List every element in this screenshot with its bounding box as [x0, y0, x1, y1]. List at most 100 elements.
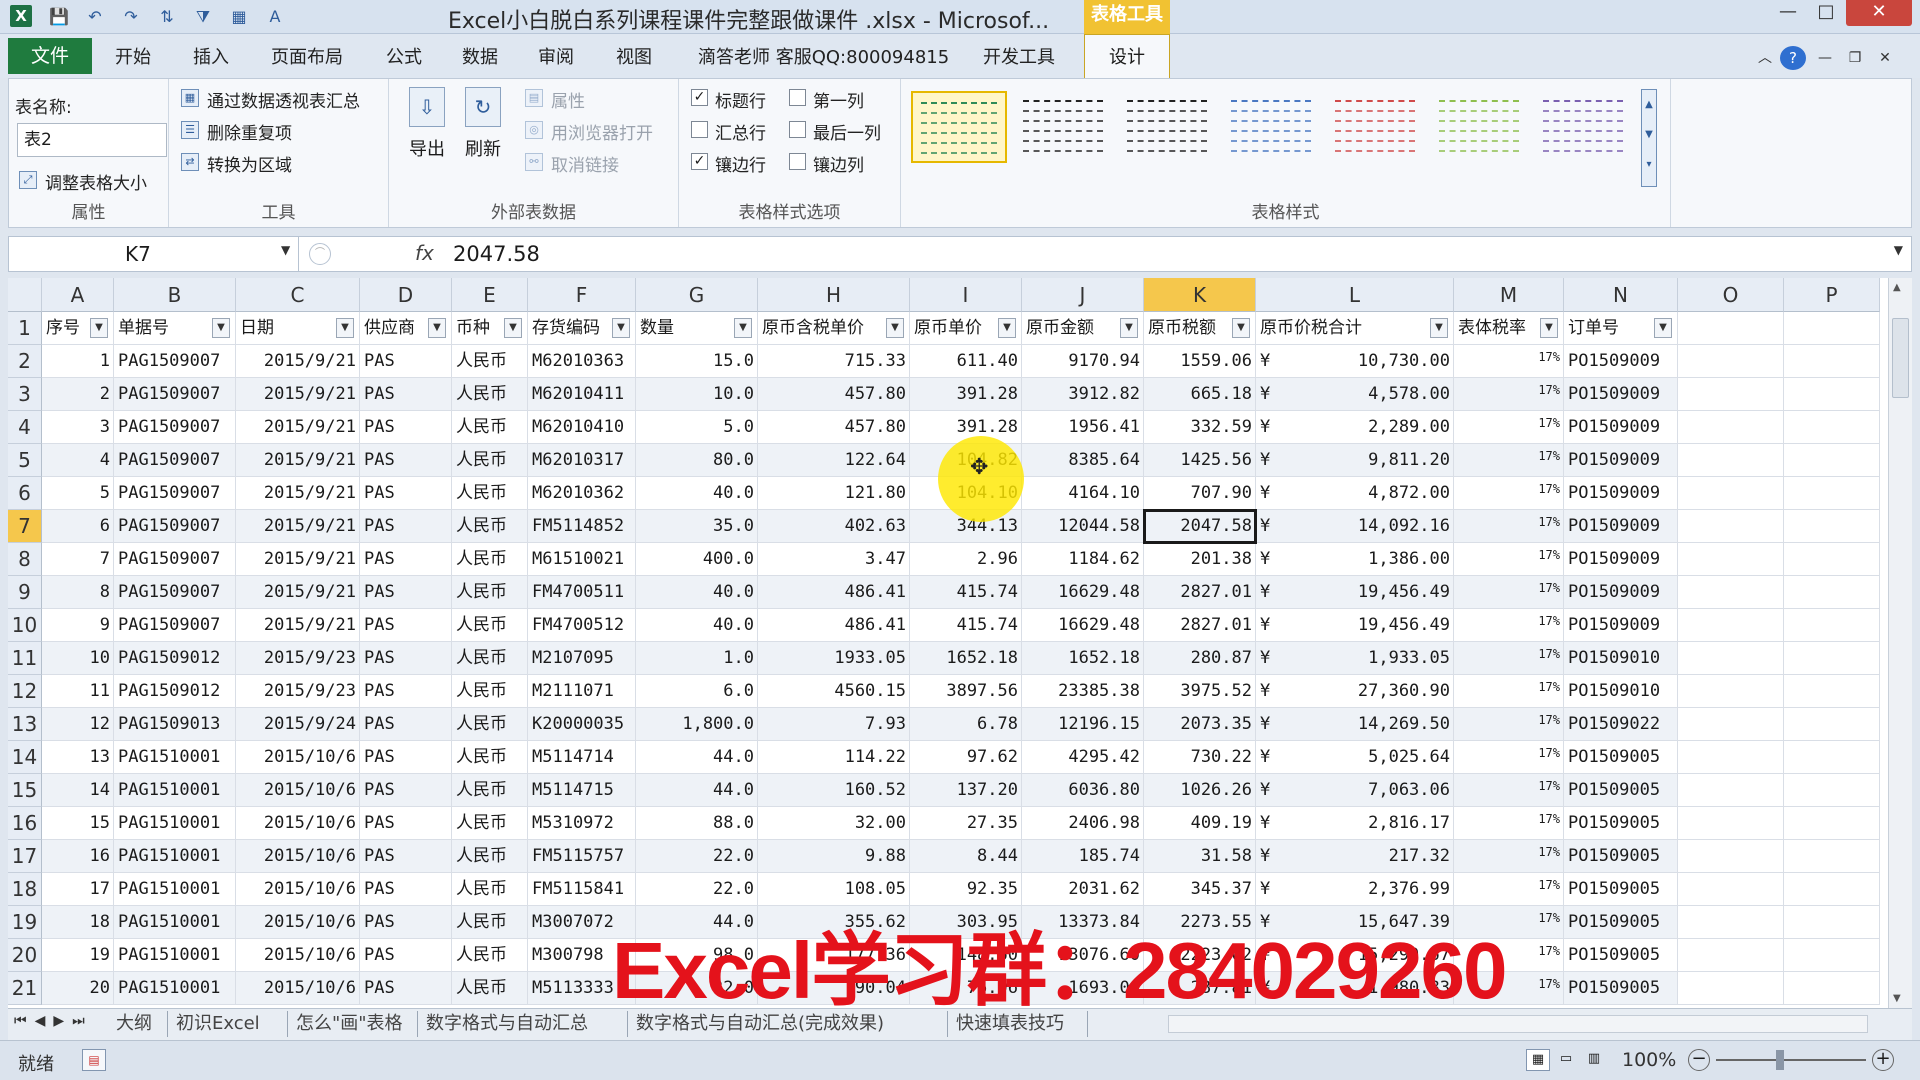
tab-4[interactable]: 数据	[462, 42, 498, 74]
row-header-21[interactable]: 21	[8, 972, 42, 1005]
row-header-9[interactable]: 9	[8, 576, 42, 609]
row-header-10[interactable]: 10	[8, 609, 42, 642]
empty-cell[interactable]	[1784, 939, 1880, 972]
sheet-tab-1[interactable]: 初识Excel	[168, 1011, 288, 1037]
table-style-3[interactable]	[1223, 91, 1319, 163]
page-break-view-icon[interactable]: ▥	[1582, 1049, 1606, 1071]
column-header-P[interactable]: P	[1784, 278, 1880, 312]
empty-cell[interactable]	[1784, 576, 1880, 609]
filter-dropdown-icon[interactable]: ▼	[428, 318, 446, 338]
tab-2[interactable]: 页面布局	[271, 42, 343, 74]
column-header-N[interactable]: N	[1564, 278, 1678, 312]
empty-cell[interactable]	[1678, 906, 1784, 939]
column-header-B[interactable]: B	[114, 278, 236, 312]
sheet-tab-2[interactable]: 怎么"画"表格	[288, 1011, 418, 1037]
total-row-checkbox[interactable]	[691, 121, 708, 138]
empty-cell[interactable]	[1678, 807, 1784, 840]
column-header-L[interactable]: L	[1256, 278, 1454, 312]
row-header-1[interactable]: 1	[8, 312, 42, 345]
empty-cell[interactable]	[1678, 972, 1784, 1005]
collapse-ribbon-icon[interactable]: ︿	[1752, 46, 1778, 72]
row-header-20[interactable]: 20	[8, 939, 42, 972]
row-header-13[interactable]: 13	[8, 708, 42, 741]
resize-table-button[interactable]: 调整表格大小	[45, 169, 147, 194]
empty-cell[interactable]	[1784, 708, 1880, 741]
tab-1[interactable]: 插入	[193, 42, 229, 74]
maximize-icon[interactable]: □	[1808, 0, 1844, 26]
column-header-C[interactable]: C	[236, 278, 360, 312]
undo-icon[interactable]: ↶	[84, 6, 106, 28]
banded-rows-checkbox[interactable]: ✓	[691, 153, 708, 170]
namebox-dropdown-icon[interactable]: ▼	[281, 243, 290, 257]
empty-cell[interactable]	[1678, 609, 1784, 642]
last-column-checkbox[interactable]	[789, 121, 806, 138]
table-style-6[interactable]	[1535, 91, 1631, 163]
tab-0[interactable]: 开始	[115, 42, 151, 74]
empty-cell[interactable]	[1678, 477, 1784, 510]
table-icon[interactable]: ▦	[228, 6, 250, 28]
empty-cell[interactable]	[1678, 840, 1784, 873]
column-header-O[interactable]: O	[1678, 278, 1784, 312]
row-header-12[interactable]: 12	[8, 675, 42, 708]
filter-dropdown-icon[interactable]: ▼	[1120, 318, 1138, 338]
open-in-browser-button[interactable]: 用浏览器打开	[551, 119, 653, 144]
empty-cell[interactable]	[1678, 345, 1784, 378]
row-header-5[interactable]: 5	[8, 444, 42, 477]
macro-record-icon[interactable]: ▤	[82, 1049, 106, 1071]
tab-6[interactable]: 视图	[616, 42, 652, 74]
name-box[interactable]: K7	[9, 237, 299, 271]
empty-cell[interactable]	[1784, 774, 1880, 807]
worksheet-grid[interactable]: A B C D E F G H I J K L M N O P 1 2 3 4 5 6 7 8 9 10 11 12 13 14 15 16 1…	[8, 278, 1888, 1008]
filter-dropdown-icon[interactable]: ▼	[1430, 318, 1448, 338]
column-header-J[interactable]: J	[1022, 278, 1144, 312]
tab-7[interactable]: 滴答老师 客服QQ:800094815	[698, 42, 949, 74]
empty-cell[interactable]	[1784, 312, 1880, 345]
banded-columns-checkbox[interactable]	[789, 153, 806, 170]
row-header-19[interactable]: 19	[8, 906, 42, 939]
filter-dropdown-icon[interactable]: ▼	[90, 318, 108, 338]
empty-cell[interactable]	[1678, 939, 1784, 972]
row-header-14[interactable]: 14	[8, 741, 42, 774]
tab-design[interactable]: 设计	[1084, 34, 1170, 78]
row-header-3[interactable]: 3	[8, 378, 42, 411]
empty-cell[interactable]	[1784, 411, 1880, 444]
table-style-1[interactable]	[1015, 91, 1111, 163]
empty-cell[interactable]	[1678, 576, 1784, 609]
empty-cell[interactable]	[1784, 543, 1880, 576]
empty-cell[interactable]	[1678, 675, 1784, 708]
zoom-slider-thumb[interactable]	[1776, 1050, 1784, 1070]
zoom-in-icon[interactable]: +	[1872, 1049, 1894, 1071]
filter-dropdown-icon[interactable]: ▼	[612, 318, 630, 338]
remove-duplicates-button[interactable]: 删除重复项	[207, 119, 292, 144]
workbook-minimize-icon[interactable]: —	[1812, 46, 1838, 72]
table-style-2[interactable]	[1119, 91, 1215, 163]
column-header-I[interactable]: I	[910, 278, 1022, 312]
column-header-F[interactable]: F	[528, 278, 636, 312]
unlink-button[interactable]: 取消链接	[551, 151, 619, 176]
header-row-checkbox[interactable]: ✓	[691, 89, 708, 106]
empty-cell[interactable]	[1678, 378, 1784, 411]
normal-view-icon[interactable]: ▦	[1526, 1049, 1550, 1071]
column-header-G[interactable]: G	[636, 278, 758, 312]
horizontal-scrollbar[interactable]	[1168, 1015, 1868, 1033]
scroll-up-icon[interactable]: ▲	[1893, 282, 1901, 293]
row-header-18[interactable]: 18	[8, 873, 42, 906]
empty-cell[interactable]	[1678, 444, 1784, 477]
column-header-E[interactable]: E	[452, 278, 528, 312]
row-header-11[interactable]: 11	[8, 642, 42, 675]
row-header-4[interactable]: 4	[8, 411, 42, 444]
filter-dropdown-icon[interactable]: ▼	[886, 318, 904, 338]
select-all-corner[interactable]	[8, 278, 42, 312]
column-header-K[interactable]: K	[1144, 278, 1256, 312]
filter-dropdown-icon[interactable]: ▼	[998, 318, 1016, 338]
formula-input[interactable]: 2047.58	[453, 237, 540, 271]
empty-cell[interactable]	[1784, 807, 1880, 840]
vertical-scrollbar[interactable]: ▲ ▼	[1888, 278, 1912, 1008]
table-style-5[interactable]	[1431, 91, 1527, 163]
filter-icon[interactable]: ⧩	[192, 6, 214, 28]
workbook-close-icon[interactable]: ✕	[1872, 46, 1898, 72]
filter-dropdown-icon[interactable]: ▼	[1232, 318, 1250, 338]
empty-cell[interactable]	[1678, 411, 1784, 444]
empty-cell[interactable]	[1678, 741, 1784, 774]
minimize-icon[interactable]: —	[1770, 0, 1806, 26]
